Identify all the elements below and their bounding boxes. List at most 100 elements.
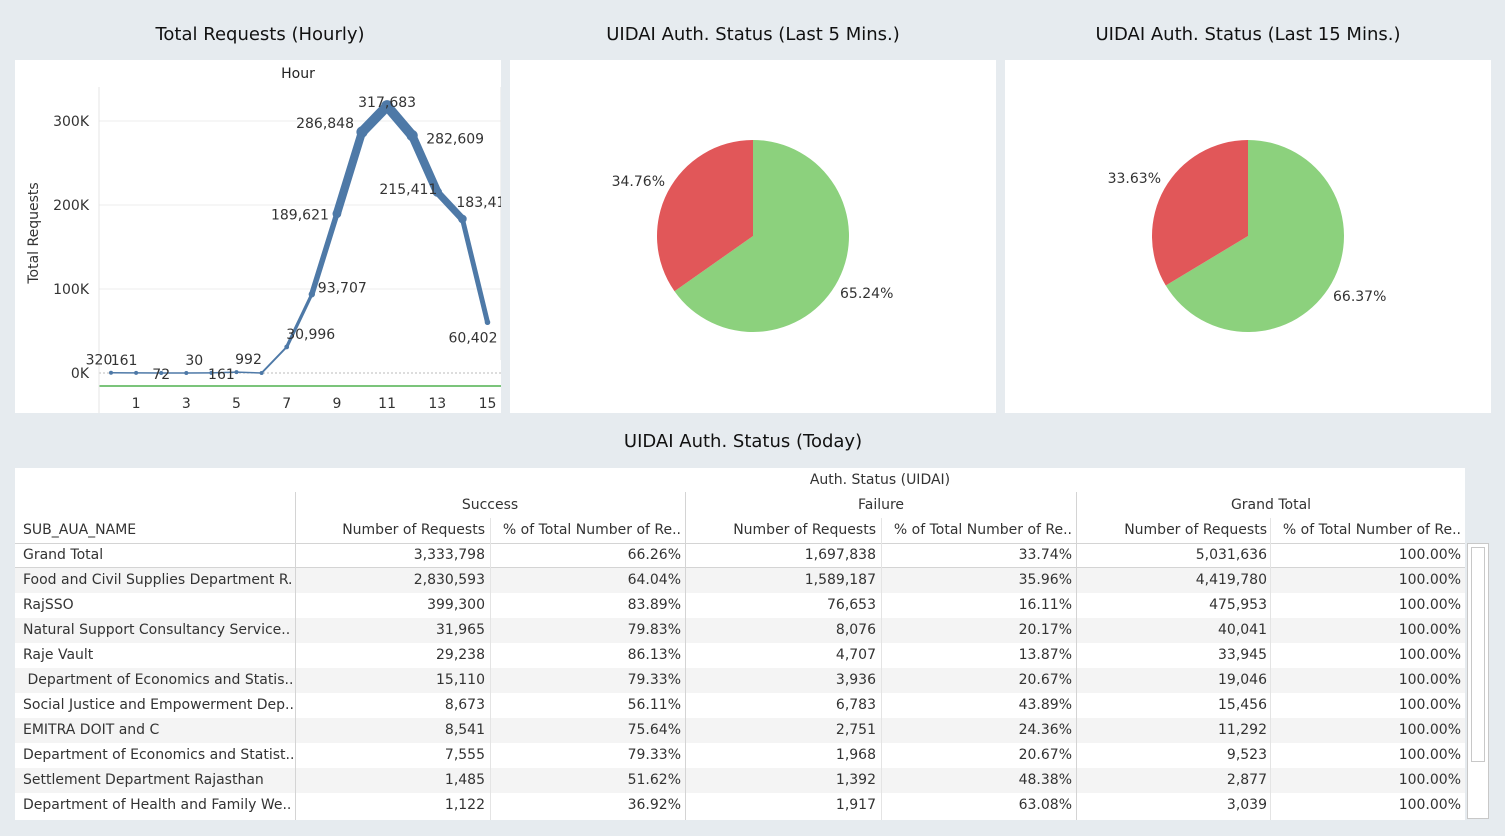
table-row[interactable]: RajSSO 399,300 83.89% 76,653 16.11% 475,953 10… [15, 593, 1465, 618]
row-name-cell: Natural Support Consultancy Service.. [23, 622, 291, 638]
value-cell: 1,122 [444, 797, 485, 813]
table-row[interactable]: Social Justice and Empowerment Dep.. 8,67… [15, 693, 1465, 718]
value-cell: 86.13% [627, 647, 681, 663]
scrollbar-thumb[interactable] [1471, 547, 1485, 762]
table-row[interactable]: Raje Vault 29,238 86.13% 4,707 13.87% 33,945 1… [15, 643, 1465, 668]
fifteen-min-pie-chart[interactable]: 66.37% 33.63% [1005, 60, 1491, 413]
row-header-label[interactable]: SUB_AUA_NAME [23, 518, 293, 543]
fifteen-min-pie-panel: 66.37% 33.63% [1005, 60, 1491, 413]
value-cell: 31,965 [436, 622, 485, 638]
pie-label: 34.76% [612, 174, 665, 190]
line-segment [235, 371, 263, 374]
row-name-cell: EMITRA DOIT and C [23, 722, 160, 738]
value-cell: 19,046 [1218, 672, 1267, 688]
data-point [332, 209, 342, 219]
grand-total-row[interactable]: Grand Total 3,333,798 66.26% 1,697,838 33.74… [15, 543, 1465, 569]
x-tick-label: 13 [428, 396, 446, 412]
value-cell: 20.67% [1018, 672, 1072, 688]
row-name-cell: Settlement Department Rajasthan [23, 772, 264, 788]
value-cell: 48.38% [1018, 772, 1072, 788]
data-label: 189,621 [271, 208, 329, 224]
value-cell: 100.00% [1398, 772, 1461, 788]
hourly-chart-title: Total Requests (Hourly) [155, 24, 365, 45]
row-name-cell: Raje Vault [23, 647, 94, 663]
table-row[interactable]: Department of Economics and Statist.. 7,5… [15, 743, 1465, 768]
hourly-chart-panel: Hour Total Requests 0K 100K 200K 300K 1 3 5 7 9 11 1… [15, 60, 514, 413]
five-min-pie-panel: 65.24% 34.76% [510, 60, 996, 413]
data-point [484, 319, 491, 326]
value-cell: 13.87% [1018, 647, 1072, 663]
data-label: 286,848 [296, 116, 354, 132]
table-row[interactable]: Natural Support Consultancy Service.. 31,… [15, 618, 1465, 643]
row-name-cell: Department of Economics and Statis.. [23, 672, 293, 688]
value-cell: 33,945 [1218, 647, 1267, 663]
value-cell: 3,333,798 [413, 547, 485, 563]
data-label: 320 [86, 353, 113, 369]
line-segment [260, 345, 288, 374]
subheader-success-pct[interactable]: % of Total Number of Re.. [491, 518, 681, 543]
pie-label: 33.63% [1108, 171, 1161, 187]
data-point [406, 130, 418, 142]
data-label: 60,402 [449, 330, 498, 346]
data-point [284, 344, 290, 350]
y-tick-label: 300K [53, 114, 90, 130]
value-cell: 4,707 [835, 647, 876, 663]
col-divider [881, 518, 882, 820]
value-cell: 79.33% [627, 672, 681, 688]
value-cell: 66.26% [627, 547, 681, 563]
value-cell: 100.00% [1398, 547, 1461, 563]
value-cell: 4,419,780 [1195, 572, 1267, 588]
five-min-pie-chart[interactable]: 65.24% 34.76% [510, 60, 996, 413]
x-tick-label: 7 [282, 396, 291, 412]
row-name-cell: Food and Civil Supplies Department R.. [23, 572, 293, 588]
hourly-line-chart[interactable]: HourTotal Requests0K100K200K300K1 3 5 7 9 11 1… [15, 60, 514, 413]
value-cell: 29,238 [436, 647, 485, 663]
subheader-total-count[interactable]: Number of Requests [1079, 518, 1267, 543]
value-cell: 100.00% [1398, 597, 1461, 613]
fifteen-min-chart-title: UIDAI Auth. Status (Last 15 Mins.) [1095, 24, 1401, 45]
value-cell: 6,783 [835, 697, 876, 713]
table-row[interactable]: EMITRA DOIT and C 8,541 75.64% 2,751 24.36% 1… [15, 718, 1465, 743]
value-cell: 2,830,593 [413, 572, 485, 588]
line-segment [459, 216, 490, 325]
subheader-failure-count[interactable]: Number of Requests [688, 518, 876, 543]
value-cell: 64.04% [627, 572, 681, 588]
value-cell: 15,456 [1218, 697, 1267, 713]
value-cell: 56.11% [627, 697, 681, 713]
today-table-title: UIDAI Auth. Status (Today) [623, 431, 863, 452]
data-label: 161 [111, 353, 138, 369]
data-label: 30,996 [286, 327, 335, 343]
value-cell: 100.00% [1398, 572, 1461, 588]
value-cell: 20.17% [1018, 622, 1072, 638]
value-cell: 100.00% [1398, 622, 1461, 638]
row-name-cell: Department of Economics and Statist.. [23, 747, 293, 763]
y-axis-title: Total Requests [26, 182, 42, 284]
value-cell: 1,697,838 [804, 547, 876, 563]
subheader-failure-pct[interactable]: % of Total Number of Re.. [882, 518, 1072, 543]
subheader-success-count[interactable]: Number of Requests [297, 518, 485, 543]
value-cell: 100.00% [1398, 747, 1461, 763]
pie-label: 65.24% [840, 286, 893, 302]
data-point [259, 371, 264, 375]
value-cell: 399,300 [427, 597, 485, 613]
value-cell: 79.33% [627, 747, 681, 763]
data-label: 992 [235, 352, 262, 368]
value-cell: 7,555 [444, 747, 485, 763]
table-row[interactable]: Food and Civil Supplies Department R.. 2,… [15, 568, 1465, 593]
col-divider [685, 492, 686, 820]
value-cell: 24.36% [1018, 722, 1072, 738]
value-cell: 100.00% [1398, 722, 1461, 738]
table-row[interactable]: Department of Health and Family We.. 1,12… [15, 793, 1465, 818]
data-label: 183,412 [456, 195, 501, 211]
data-label: 282,609 [426, 132, 484, 148]
data-label: 93,707 [318, 280, 367, 296]
value-cell: 100.00% [1398, 797, 1461, 813]
value-cell: 20.67% [1018, 747, 1072, 763]
x-axis-title: Hour [281, 66, 315, 82]
subheader-total-pct[interactable]: % of Total Number of Re.. [1273, 518, 1461, 543]
table-row[interactable]: Settlement Department Rajasthan 1,485 51.6… [15, 768, 1465, 793]
table-scrollbar[interactable] [1467, 543, 1489, 819]
table-row[interactable]: Department of Economics and Statis.. 15,1… [15, 668, 1465, 693]
value-cell: 16.11% [1018, 597, 1072, 613]
value-cell: 5,031,636 [1195, 547, 1267, 563]
